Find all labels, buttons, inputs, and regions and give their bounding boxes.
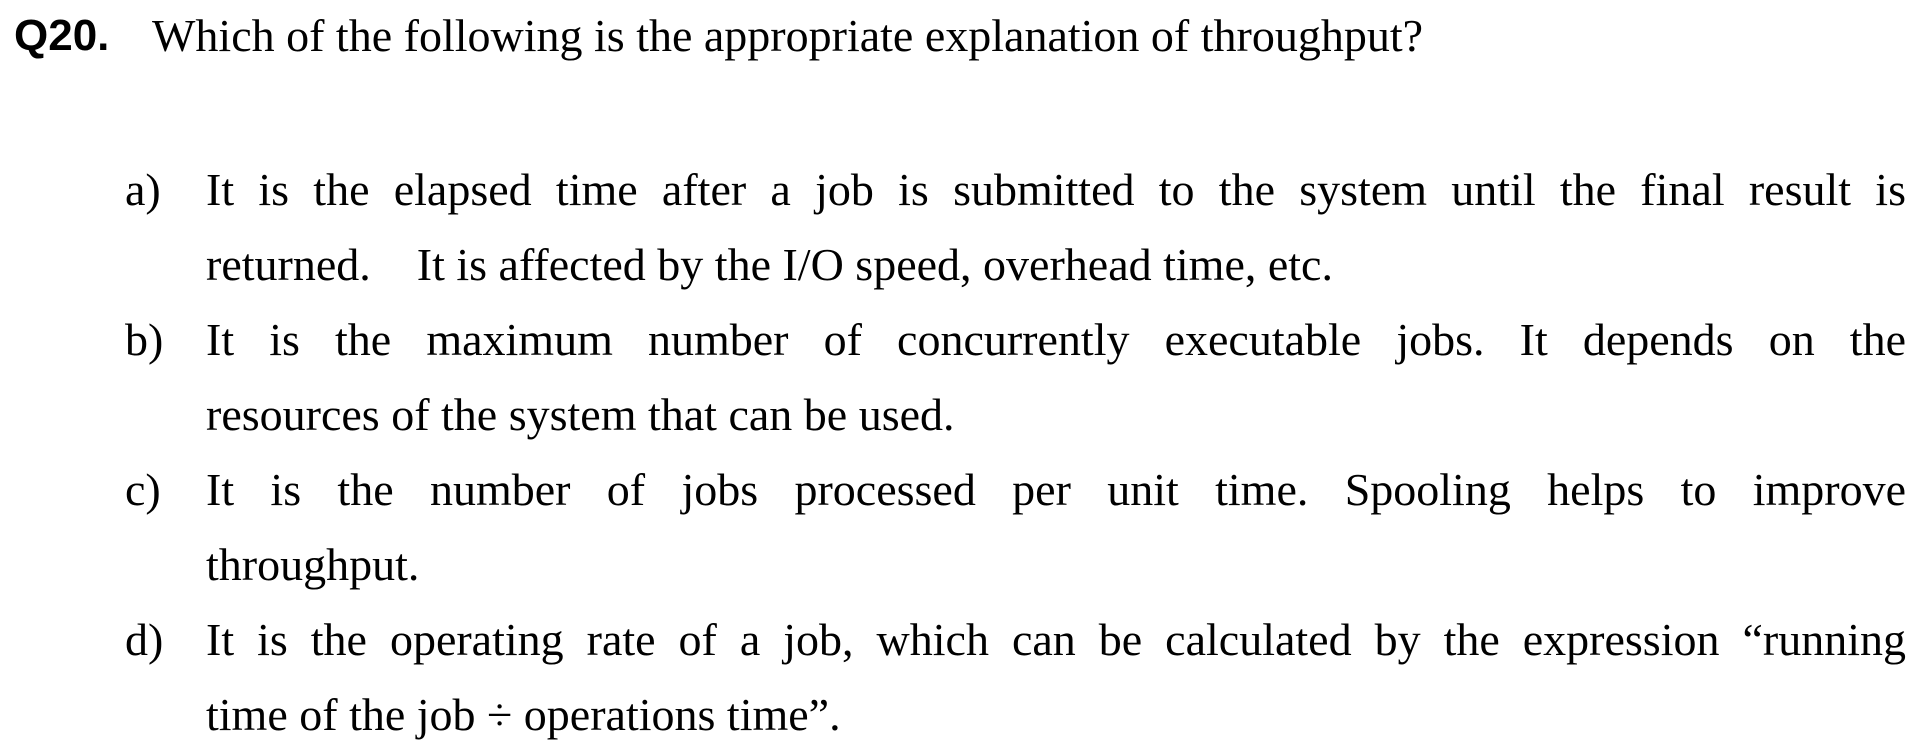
- option-b-line-2: resources of the system that can be used…: [206, 389, 955, 440]
- option-b-line-1: It is the maximum number of concurrently…: [206, 314, 1906, 365]
- option-b-text: It is the maximum number of concurrently…: [206, 302, 1906, 452]
- option-d-label: d): [125, 614, 164, 665]
- option-a-text: It is the elapsed time after a job is su…: [206, 152, 1906, 302]
- option-d-line-2: time of the job ÷ operations time”.: [206, 689, 841, 740]
- question-header: Q20. Which of the following is the appro…: [14, 0, 1894, 80]
- option-c-line-1: It is the number of jobs processed per u…: [206, 464, 1906, 515]
- option-a-line-2: returned. It is affected by the I/O spee…: [206, 239, 1333, 290]
- option-c-line-2: throughput.: [206, 539, 420, 590]
- option-a-line-1: It is the elapsed time after a job is su…: [206, 164, 1906, 215]
- question-page: Q20. Which of the following is the appro…: [0, 0, 1919, 754]
- option-c-text: It is the number of jobs processed per u…: [206, 452, 1906, 602]
- option-d: d) It is the operating rate of a job, wh…: [0, 602, 1919, 752]
- option-c-label: c): [125, 464, 161, 515]
- option-a: a) It is the elapsed time after a job is…: [0, 152, 1919, 302]
- question-number: Q20.: [14, 11, 110, 60]
- option-d-line-1: It is the operating rate of a job, which…: [206, 614, 1906, 665]
- option-b: b) It is the maximum number of concurren…: [0, 302, 1919, 452]
- question-text: Which of the following is the appropriat…: [152, 10, 1424, 61]
- option-a-label: a): [125, 164, 161, 215]
- option-b-label: b): [125, 314, 164, 365]
- option-c: c) It is the number of jobs processed pe…: [0, 452, 1919, 602]
- option-d-text: It is the operating rate of a job, which…: [206, 602, 1906, 752]
